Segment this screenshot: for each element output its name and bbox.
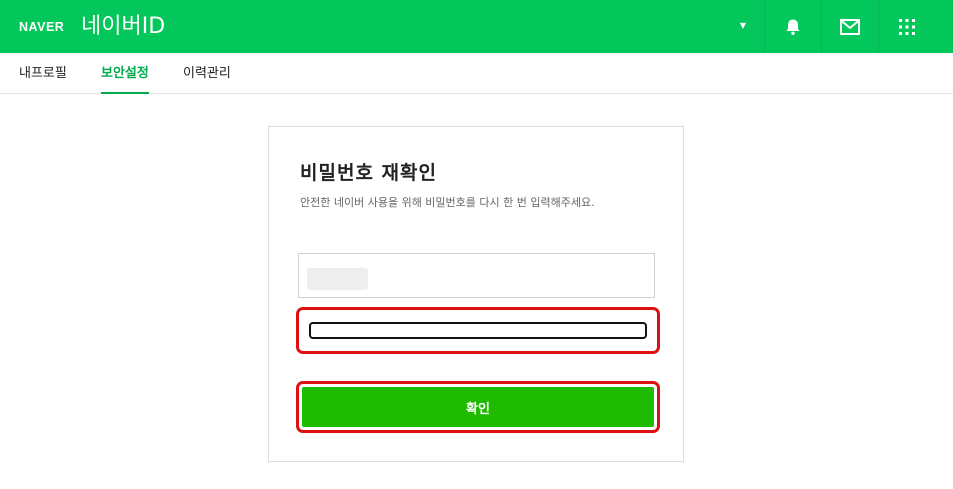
tab-security-settings[interactable]: 보안설정 bbox=[101, 53, 149, 94]
mail-button[interactable] bbox=[821, 0, 878, 53]
confirm-button[interactable]: 확인 bbox=[302, 387, 654, 427]
section-tabs: 내프로필 보안설정 이력관리 bbox=[0, 53, 953, 94]
tab-my-profile[interactable]: 내프로필 bbox=[19, 53, 67, 94]
naver-logo[interactable]: NAVER bbox=[19, 20, 64, 34]
id-field bbox=[298, 253, 655, 298]
tab-history[interactable]: 이력관리 bbox=[183, 53, 231, 94]
page-title[interactable]: 네이버ID bbox=[81, 13, 165, 41]
password-reconfirm-panel: 비밀번호 재확인 안전한 네이버 사용을 위해 비밀번호를 다시 한 번 입력해… bbox=[268, 126, 684, 462]
panel-description: 안전한 네이버 사용을 위해 비밀번호를 다시 한 번 입력해주세요. bbox=[300, 196, 595, 209]
apps-grid-icon bbox=[899, 18, 915, 35]
password-field-highlight bbox=[296, 307, 660, 354]
chevron-down-icon[interactable]: ▼ bbox=[737, 20, 749, 32]
apps-button[interactable] bbox=[878, 0, 935, 53]
top-navigation-bar: NAVER 네이버ID ▼ bbox=[0, 0, 953, 53]
confirm-button-highlight: 확인 bbox=[296, 381, 660, 433]
mail-icon bbox=[840, 18, 860, 35]
masked-user-id bbox=[307, 268, 368, 290]
notifications-button[interactable] bbox=[764, 0, 821, 53]
panel-title: 비밀번호 재확인 bbox=[300, 162, 437, 184]
password-input[interactable] bbox=[309, 322, 647, 339]
bell-icon bbox=[786, 19, 800, 35]
